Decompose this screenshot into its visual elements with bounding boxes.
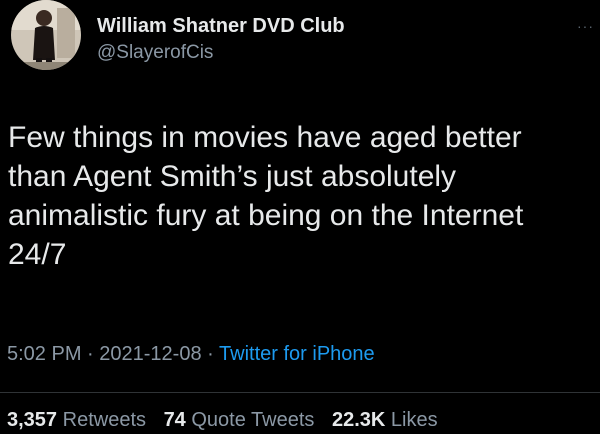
tweet-author: William Shatner DVD Club @SlayerofCis <box>97 14 345 65</box>
quote-tweets-count: 74 <box>163 409 186 431</box>
retweets-count: 3,357 <box>7 409 58 431</box>
separator: · <box>207 343 214 365</box>
tweet-client-link[interactable]: Twitter for iPhone <box>219 343 375 365</box>
ellipsis-icon[interactable]: ··· <box>577 18 594 34</box>
likes-count: 22.3K <box>331 409 386 431</box>
tweet-stats: 3,357 Retweets 74 Quote Tweets 22.3K Lik… <box>7 409 450 432</box>
quote-tweets-label: Quote Tweets <box>191 409 315 431</box>
author-handle[interactable]: @SlayerofCis <box>97 41 345 65</box>
tweet-time[interactable]: 5:02 PM <box>7 343 81 365</box>
retweets-label: Retweets <box>62 409 146 431</box>
retweets-stat[interactable]: 3,357 Retweets <box>7 409 146 431</box>
likes-label: Likes <box>390 409 438 431</box>
avatar-photo <box>11 0 81 70</box>
tweet-date[interactable]: 2021-12-08 <box>99 343 201 365</box>
quote-tweets-stat[interactable]: 74 Quote Tweets <box>164 409 315 431</box>
avatar[interactable] <box>11 0 81 70</box>
likes-stat[interactable]: 22.3K Likes <box>332 409 438 431</box>
separator: · <box>87 343 94 365</box>
divider <box>0 392 600 393</box>
tweet-text: Few things in movies have aged better th… <box>8 121 524 271</box>
tweet-metadata: 5:02 PM · 2021-12-08 · Twitter for iPhon… <box>7 343 375 366</box>
author-display-name[interactable]: William Shatner DVD Club <box>97 14 345 38</box>
